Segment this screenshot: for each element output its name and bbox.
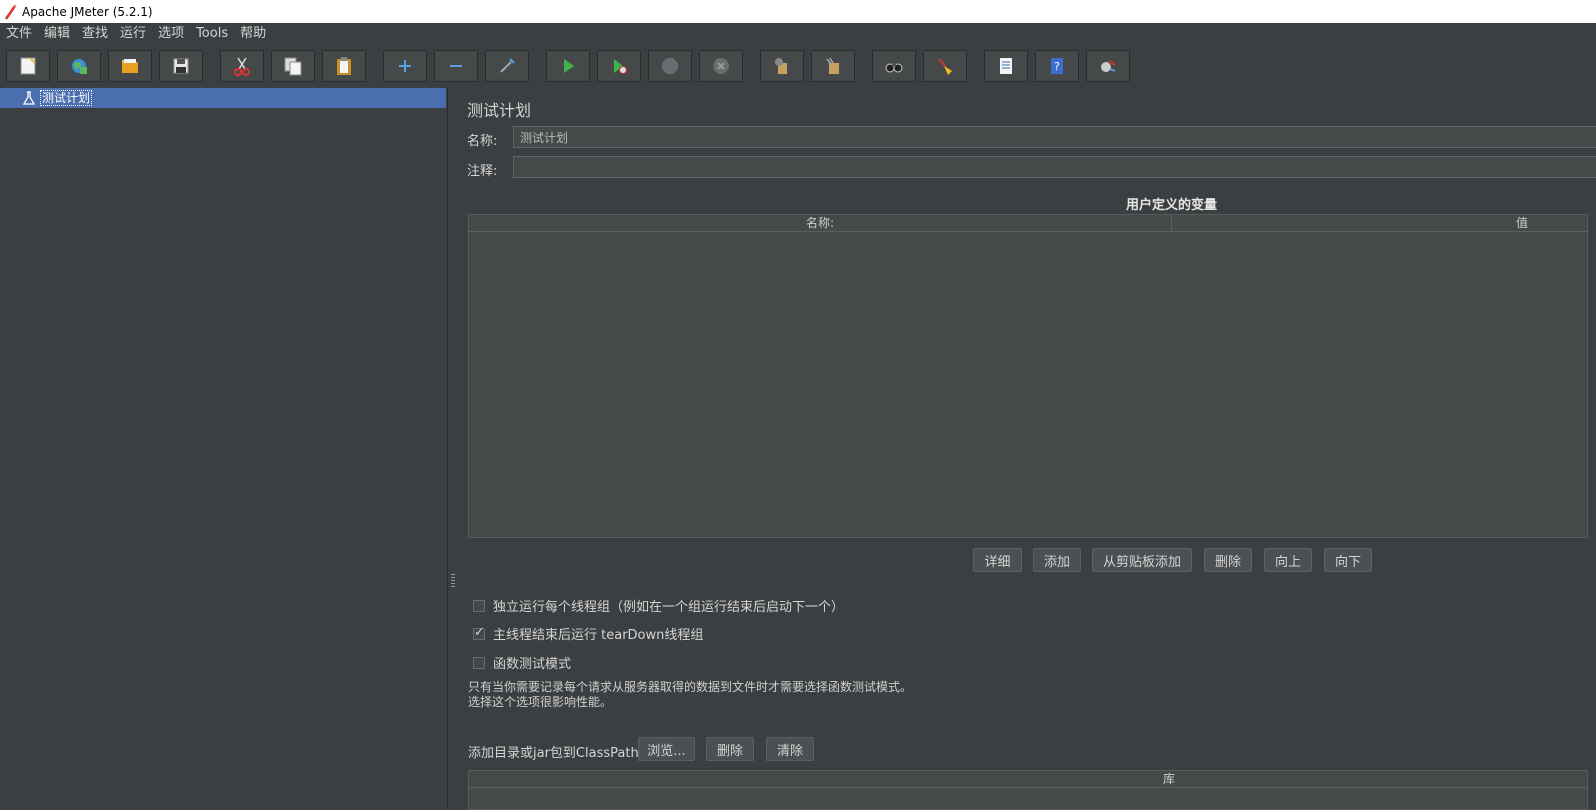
clear-all-button[interactable] <box>811 50 855 82</box>
copy-button[interactable] <box>271 50 315 82</box>
delete-button[interactable]: 删除 <box>1204 548 1252 572</box>
serialize-checkbox[interactable] <box>473 599 485 612</box>
collapse-all-button[interactable] <box>434 50 478 82</box>
comment-label: 注释: <box>467 164 498 179</box>
table-body[interactable] <box>469 232 1587 537</box>
teardown-checkbox[interactable]: ✓ <box>473 624 485 640</box>
menu-bar: 文件 编辑 查找 运行 选项 Tools 帮助 <box>0 23 1596 45</box>
option-functional-mode[interactable]: 函数测试模式 <box>473 653 571 672</box>
clear-all-broom-icon <box>826 57 839 74</box>
function-list-icon <box>1000 58 1012 74</box>
menu-tools[interactable]: Tools <box>190 23 234 45</box>
window-title: Apache JMeter (5.2.1) <box>22 4 153 19</box>
function-helper-button[interactable] <box>984 50 1028 82</box>
serialize-label: 独立运行每个线程组（例如在一个组运行结束后启动下一个） <box>493 600 845 615</box>
move-down-button[interactable]: 向下 <box>1324 548 1372 572</box>
split-grip[interactable] <box>451 574 455 588</box>
reset-broom-icon <box>938 58 952 75</box>
play-no-timers-icon <box>614 59 627 74</box>
user-variables-table[interactable]: 名称: 值 <box>468 214 1588 538</box>
split-divider[interactable] <box>448 87 458 808</box>
open-icon <box>122 59 138 73</box>
search-button[interactable] <box>872 50 916 82</box>
test-plan-flask-icon <box>22 91 36 105</box>
stop-button[interactable] <box>648 50 692 82</box>
reset-search-button[interactable] <box>923 50 967 82</box>
functional-mode-label: 函数测试模式 <box>493 657 572 672</box>
open-button[interactable] <box>108 50 152 82</box>
new-icon <box>20 57 36 75</box>
library-table-header: 库 <box>469 771 1587 788</box>
cut-button[interactable] <box>220 50 264 82</box>
menu-help[interactable]: 帮助 <box>234 23 272 45</box>
save-icon <box>173 58 189 74</box>
copy-icon <box>284 57 302 76</box>
functional-note-line-2: 选择这个选项很影响性能。 <box>468 695 613 709</box>
classpath-clear-button[interactable]: 清除 <box>766 737 814 761</box>
window-titlebar: Apache JMeter (5.2.1) <box>0 0 1596 23</box>
functional-mode-checkbox[interactable] <box>473 656 485 669</box>
clear-broom-icon <box>775 58 787 74</box>
templates-button[interactable] <box>57 50 101 82</box>
menu-options[interactable]: 选项 <box>152 23 190 45</box>
tree-node-test-plan[interactable]: 测试计划 <box>0 88 446 108</box>
table-header: 名称: 值 <box>469 215 1587 232</box>
binoculars-icon <box>885 63 903 73</box>
jmeter-feather-icon <box>4 3 17 20</box>
panel-title: 测试计划 <box>467 101 532 120</box>
classpath-delete-button[interactable]: 删除 <box>706 737 754 761</box>
detail-button[interactable]: 详细 <box>973 548 1022 572</box>
comment-input[interactable] <box>513 156 1596 178</box>
toolbar: ? <box>0 46 1596 86</box>
column-header-library[interactable]: 库 <box>469 771 1596 787</box>
column-header-value[interactable]: 值 <box>1172 215 1596 231</box>
help-button[interactable]: ? <box>1035 50 1079 82</box>
teardown-label: 主线程结束后运行 tearDown线程组 <box>493 628 704 643</box>
remote-button[interactable] <box>1086 50 1130 82</box>
toggle-button[interactable] <box>485 50 529 82</box>
name-label: 名称: <box>467 134 498 149</box>
save-button[interactable] <box>159 50 203 82</box>
check-mark-icon: ✓ <box>474 624 485 640</box>
new-button[interactable] <box>6 50 50 82</box>
svg-text:?: ? <box>1054 60 1060 73</box>
remote-icon <box>1101 60 1116 72</box>
help-book-icon: ? <box>1051 58 1063 74</box>
menu-file[interactable]: 文件 <box>0 23 38 45</box>
menu-run[interactable]: 运行 <box>114 23 152 45</box>
option-serialize-thread-groups[interactable]: 独立运行每个线程组（例如在一个组运行结束后启动下一个） <box>473 596 844 615</box>
start-button[interactable] <box>546 50 590 82</box>
templates-icon <box>72 59 87 74</box>
classpath-label: 添加目录或jar包到ClassPath <box>468 746 639 761</box>
minus-icon <box>450 65 462 67</box>
menu-edit[interactable]: 编辑 <box>38 23 76 45</box>
tree-node-label: 测试计划 <box>40 90 93 106</box>
column-header-name[interactable]: 名称: <box>469 215 1171 231</box>
menu-search[interactable]: 查找 <box>76 23 114 45</box>
classpath-library-table[interactable]: 库 <box>468 770 1588 810</box>
start-no-pause-button[interactable] <box>597 50 641 82</box>
play-icon <box>564 59 574 73</box>
variables-caption: 用户定义的变量 <box>1126 198 1218 213</box>
clear-button[interactable] <box>760 50 804 82</box>
paste-icon <box>337 57 351 75</box>
option-teardown-on-shutdown[interactable]: ✓ 主线程结束后运行 tearDown线程组 <box>473 624 703 643</box>
browse-button[interactable]: 浏览... <box>638 737 695 761</box>
expand-all-button[interactable] <box>383 50 427 82</box>
toggle-wand-icon <box>500 58 515 73</box>
shutdown-icon <box>713 58 729 74</box>
cut-icon <box>234 57 250 76</box>
stop-icon <box>662 58 678 74</box>
move-up-button[interactable]: 向上 <box>1264 548 1312 572</box>
add-from-clipboard-button[interactable]: 从剪贴板添加 <box>1092 548 1192 572</box>
paste-button[interactable] <box>322 50 366 82</box>
plus-icon <box>399 60 411 72</box>
test-plan-panel: 测试计划 名称: 注释: 用户定义的变量 名称: 值 详细 添加 从剪贴板添加 … <box>458 87 1596 810</box>
shutdown-button[interactable] <box>699 50 743 82</box>
add-button[interactable]: 添加 <box>1033 548 1081 572</box>
name-input[interactable] <box>513 126 1596 148</box>
test-plan-tree: 测试计划 <box>0 87 448 808</box>
